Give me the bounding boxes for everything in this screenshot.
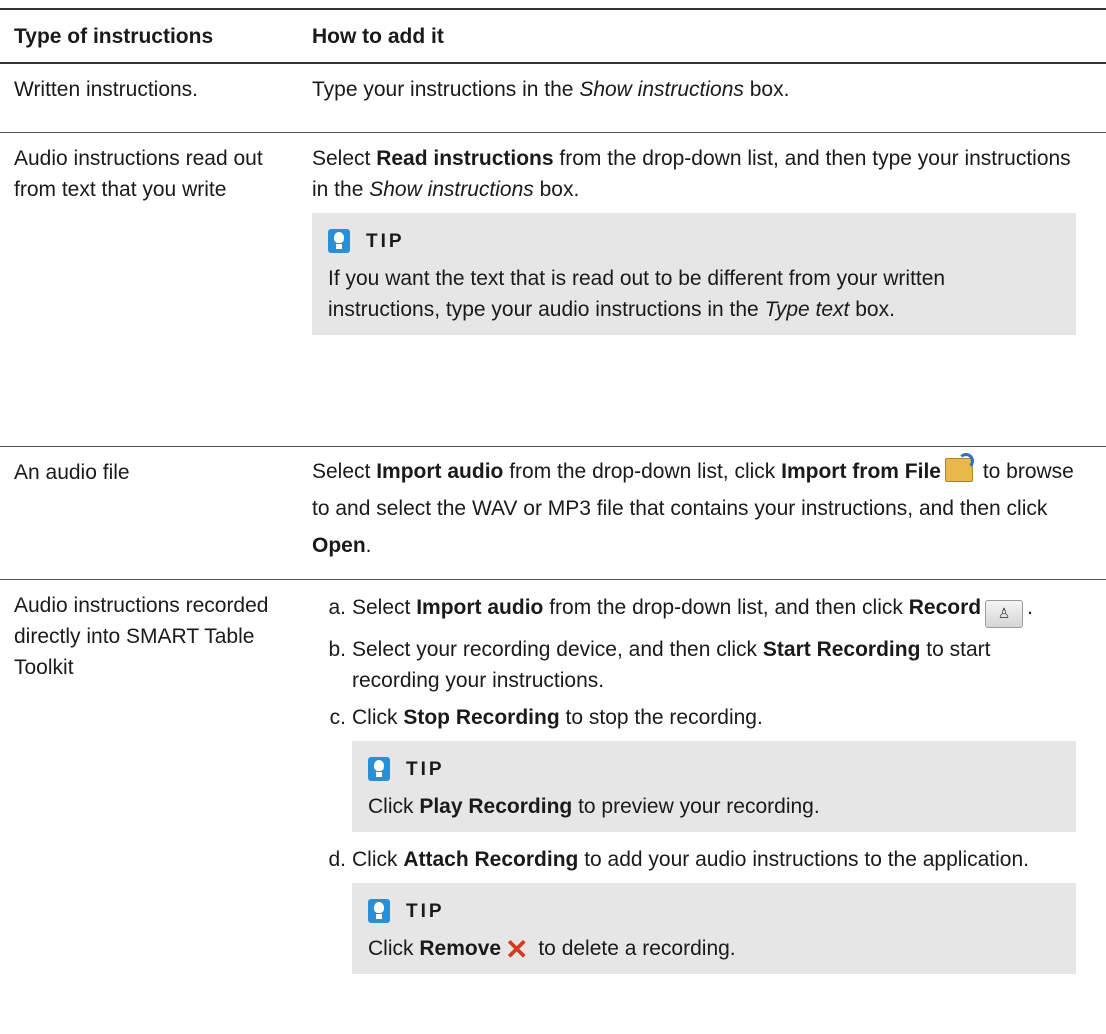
table-row: Written instructions. Type your instruct… (0, 64, 1106, 133)
row-type: An audio file (14, 461, 130, 484)
tip-box: TIP Click Remove ✕ to delete a recording. (352, 883, 1076, 974)
list-item: c. Click Stop Recording to stop the reco… (329, 706, 763, 729)
row-description: Select Import audio from the drop-down l… (312, 453, 1074, 557)
tip-box: TIP If you want the text that is read ou… (312, 213, 1076, 335)
list-item: b. Select your recording device, and the… (328, 638, 991, 692)
row-type: Audio instructions read out from text th… (14, 147, 263, 201)
instructions-table: Type of instructions How to add it Writt… (0, 8, 1106, 1025)
header-how: How to add it (312, 24, 444, 48)
row-description: Type your instructions in the Show instr… (312, 78, 790, 101)
tip-box: TIP Click Play Recording to preview your… (352, 741, 1076, 832)
row-description: a. Select Import audio from the drop-dow… (312, 580, 1106, 974)
row-description: Select Read instructions from the drop-d… (312, 133, 1106, 335)
red-x-icon: ✕ (505, 934, 529, 965)
table-row: Audio instructions read out from text th… (0, 133, 1106, 447)
table-header: Type of instructions How to add it (0, 8, 1106, 64)
lightbulb-icon (368, 899, 390, 923)
row-type: Audio instructions recorded directly int… (14, 594, 269, 679)
table-row: An audio file Select Import audio from t… (0, 447, 1106, 580)
table-row: Audio instructions recorded directly int… (0, 580, 1106, 1025)
header-type: Type of instructions (14, 24, 214, 48)
lightbulb-icon (368, 757, 390, 781)
lightbulb-icon (328, 229, 350, 253)
list-item: d. Click Attach Recording to add your au… (328, 848, 1029, 871)
folder-open-icon (944, 453, 974, 482)
list-item: a. Select Import audio from the drop-dow… (328, 590, 1076, 628)
microphone-icon: ♙ (985, 600, 1024, 628)
row-type: Written instructions. (14, 78, 199, 101)
